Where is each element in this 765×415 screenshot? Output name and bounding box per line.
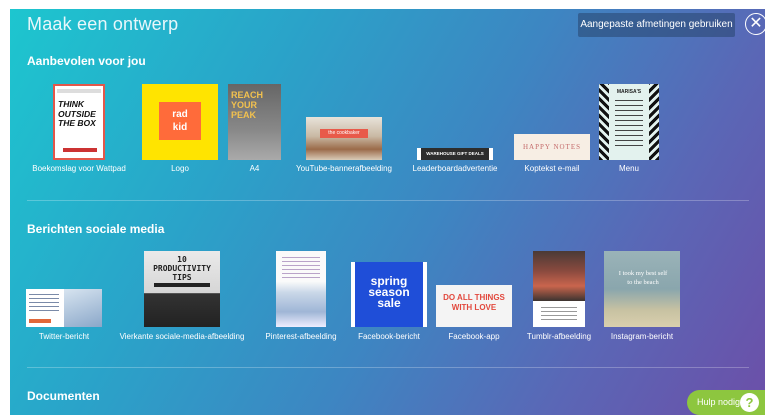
- dialog-title: Maak een ontwerp: [27, 14, 179, 34]
- thumbnail: spring season sale: [351, 262, 427, 327]
- thumbnail: the cookbaker: [306, 117, 382, 160]
- thumb-text: REACH YOUR PEAK: [231, 90, 264, 120]
- thumbnail: [533, 251, 585, 327]
- thumb-text: DO ALL THINGS WITH LOVE: [443, 293, 505, 312]
- thumb-text: WAREHOUSE GIFT DEALS: [426, 151, 484, 156]
- section-title-social: Berichten sociale media: [27, 222, 165, 236]
- design-type-pinterest[interactable]: Pinterest-afbeelding: [265, 251, 337, 345]
- thumbnail: DO ALL THINGS WITH LOVE: [436, 285, 512, 327]
- thumbnail: REACH YOUR PEAK: [228, 84, 281, 160]
- thumb-text: HAPPY NOTES: [523, 143, 581, 151]
- thumbnail: 10 PRODUCTIVITY TIPS: [144, 251, 220, 327]
- custom-dimensions-button[interactable]: Aangepaste afmetingen gebruiken: [578, 13, 735, 37]
- thumb-text: rad kid: [172, 109, 188, 133]
- close-icon[interactable]: ✕: [745, 13, 765, 35]
- design-type-youtube-banner[interactable]: the cookbaker YouTube-bannerafbeelding: [296, 117, 392, 184]
- create-design-dialog: Maak een ontwerp Aangepaste afmetingen g…: [10, 9, 765, 415]
- page-frame: Maak een ontwerp Aangepaste afmetingen g…: [0, 0, 765, 415]
- thumb-text: MARISA'S: [616, 89, 642, 95]
- help-button[interactable]: Hulp nodig ?: [687, 390, 765, 415]
- design-type-menu[interactable]: MARISA'S Menu: [599, 84, 659, 184]
- design-type-tumblr[interactable]: Tumblr-afbeelding: [527, 251, 591, 345]
- thumbnail: WAREHOUSE GIFT DEALS: [417, 148, 493, 160]
- thumb-text: spring season sale: [368, 274, 410, 310]
- section-divider: [27, 367, 749, 368]
- thumb-text: the cookbaker: [320, 129, 368, 138]
- design-type-twitter-post[interactable]: Twitter-bericht: [26, 289, 102, 345]
- design-type-square-social[interactable]: 10 PRODUCTIVITY TIPS Vierkante sociale-m…: [120, 251, 244, 345]
- design-type-instagram-post[interactable]: I took my best self to the beach Instagr…: [604, 251, 680, 345]
- design-type-label: Menu: [618, 164, 639, 173]
- thumbnail: I took my best self to the beach: [604, 251, 680, 327]
- design-type-label: Instagram-bericht: [610, 332, 674, 341]
- thumbnail: rad kid: [142, 84, 218, 160]
- thumbnail: MARISA'S: [599, 84, 659, 160]
- thumb-text: I took my best self to the beach: [618, 270, 668, 286]
- thumbnail: THINK OUTSIDE THE BOX: [53, 84, 105, 160]
- design-type-email-header[interactable]: HAPPY NOTES Koptekst e-mail: [514, 134, 590, 184]
- section-title-recommended: Aanbevolen voor jou: [27, 54, 146, 68]
- thumb-text: THINK OUTSIDE THE BOX: [58, 99, 96, 128]
- section-divider: [27, 200, 749, 201]
- thumbnail: [276, 251, 326, 327]
- thumbnail: [26, 289, 102, 327]
- section-title-documents: Documenten: [27, 389, 100, 403]
- design-type-wattpad-cover[interactable]: THINK OUTSIDE THE BOX Boekomslag voor Wa…: [32, 84, 126, 184]
- thumbnail: HAPPY NOTES: [514, 134, 590, 160]
- question-icon: ?: [740, 393, 759, 412]
- thumb-text: 10 PRODUCTIVITY TIPS: [153, 255, 211, 282]
- help-label: Hulp nodig: [697, 397, 741, 407]
